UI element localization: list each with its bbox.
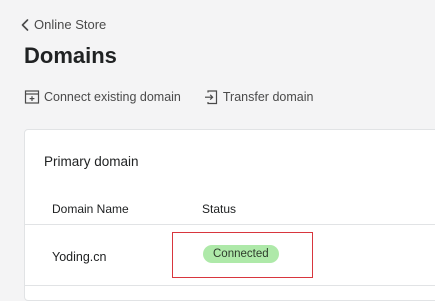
domain-name-cell: Yoding.cn [52,250,107,264]
transfer-domain-label: Transfer domain [222,90,314,104]
page-title: Domains [24,43,117,68]
chevron-left-icon [21,18,29,31]
connect-existing-domain-label: Connect existing domain [44,90,181,104]
status-badge: Connected [203,245,279,263]
column-header-status: Status [202,202,237,216]
card-title: Primary domain [44,154,139,169]
table-row[interactable]: Yoding.cn Connected [25,225,435,286]
transfer-domain-button[interactable]: Transfer domain [203,89,314,105]
breadcrumb-label: Online Store [34,17,107,32]
table-header: Domain Name Status [25,190,435,225]
connect-existing-domain-button[interactable]: Connect existing domain [24,89,181,105]
primary-domain-card: Primary domain Domain Name Status Yoding… [24,129,435,301]
back-to-online-store-link[interactable]: Online Store [21,17,106,32]
page-actions: Connect existing domain Transfer domain [24,89,313,105]
add-domain-icon [24,90,40,104]
transfer-domain-icon [204,90,217,105]
column-header-domain-name: Domain Name [52,202,129,216]
